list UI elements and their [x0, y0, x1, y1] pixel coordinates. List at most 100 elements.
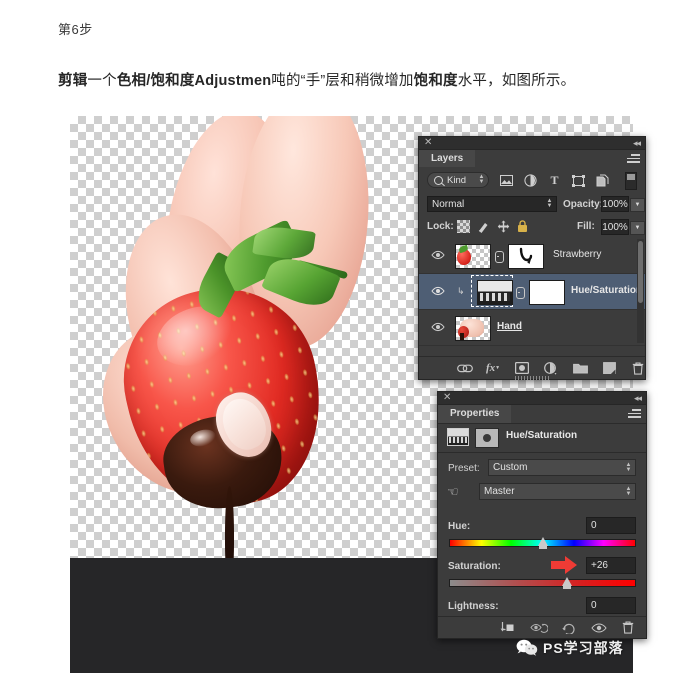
watermark: PS学习部落 — [516, 638, 624, 658]
adjustment-preset-icon[interactable] — [475, 428, 499, 448]
saturation-label: Saturation: — [448, 561, 501, 572]
opacity-value[interactable]: 100% — [601, 196, 629, 212]
eye-icon[interactable] — [431, 250, 445, 260]
chevron-updown-icon[interactable]: ▲ ▼ — [625, 462, 632, 473]
add-mask-icon[interactable] — [514, 361, 530, 375]
lock-label: Lock: — [427, 221, 454, 232]
preset-label: Preset: — [448, 463, 480, 474]
eye-icon[interactable] — [431, 286, 445, 296]
step-label: 第6步 — [58, 22, 93, 37]
desc-bold-1: 剪辑 — [58, 73, 88, 89]
table-row[interactable]: Hand — [419, 310, 645, 346]
close-icon[interactable]: ✕ — [424, 138, 432, 148]
layer-name: Strawberry — [553, 249, 602, 260]
hue-slider[interactable] — [449, 537, 636, 549]
delete-layer-icon[interactable] — [630, 361, 646, 375]
toggle-visibility-icon[interactable] — [590, 620, 607, 635]
lock-image-icon[interactable] — [477, 220, 490, 233]
panel-resize-grip[interactable] — [515, 376, 549, 380]
opacity-slider-arrow-icon[interactable]: ▼ — [630, 198, 645, 212]
desc-thin-1: 一个 — [87, 73, 117, 89]
layer-mask-thumbnail[interactable] — [508, 244, 544, 269]
collapse-icon[interactable]: ◂◂ — [633, 138, 641, 148]
fill-value[interactable]: 100% — [601, 219, 629, 235]
layer-style-fx-icon[interactable]: fx ▼ — [485, 361, 501, 375]
new-layer-icon[interactable] — [601, 361, 617, 375]
desc-thin-3: 水平，如图所示。 — [457, 73, 576, 89]
blend-mode-value: Normal — [432, 198, 465, 210]
new-adjustment-icon[interactable] — [543, 361, 559, 375]
layer-mask-thumbnail[interactable] — [529, 280, 565, 305]
table-row[interactable]: ↳ Hue/Saturation — [419, 274, 645, 310]
preset-value: Custom — [493, 462, 528, 473]
clipping-mask-arrow-icon: ↳ — [457, 286, 465, 296]
chevron-updown-icon[interactable]: ▲ ▼ — [625, 486, 632, 497]
hue-slider-handle[interactable] — [537, 537, 548, 549]
lock-position-icon[interactable] — [497, 220, 510, 233]
layers-panel[interactable]: ✕ ◂◂ Layers Kind ▲ ▼ T Normal ▲ ▼ Opacit… — [418, 136, 646, 380]
channel-dropdown[interactable]: Master ▲ ▼ — [479, 483, 636, 500]
lightness-value-field[interactable]: 0 — [586, 597, 636, 614]
properties-panel[interactable]: ✕ ◂◂ Properties Hue/Saturation Preset: C… — [437, 391, 647, 639]
link-layers-icon[interactable] — [457, 361, 473, 375]
panel-menu-icon[interactable] — [628, 409, 641, 419]
type-layer-icon[interactable]: T — [547, 173, 562, 188]
desc-bold-2: 色相/饱和度Adjustmen — [116, 73, 272, 89]
chevron-updown-icon[interactable]: ▲ ▼ — [478, 174, 485, 185]
saturation-slider-handle[interactable] — [561, 577, 572, 589]
layers-scrollbar[interactable] — [637, 239, 644, 343]
eye-icon[interactable] — [431, 322, 445, 332]
tab-properties[interactable]: Properties — [438, 405, 512, 423]
layer-thumbnail[interactable] — [455, 316, 491, 341]
lightness-label: Lightness: — [448, 601, 499, 612]
fill-slider-arrow-icon[interactable]: ▼ — [630, 221, 645, 235]
collapse-icon[interactable]: ◂◂ — [634, 393, 642, 403]
layer-thumbnail[interactable] — [455, 244, 491, 269]
hue-label: Hue: — [448, 521, 471, 532]
smart-object-icon[interactable] — [595, 173, 610, 188]
properties-bottom-toolbar — [438, 616, 646, 638]
adjustment-layer-thumbnail[interactable] — [477, 280, 513, 305]
adjustment-layer-icon[interactable] — [523, 173, 538, 188]
lock-all-icon[interactable] — [517, 220, 530, 233]
blend-mode-dropdown[interactable]: Normal ▲ ▼ — [427, 196, 557, 212]
chevron-updown-icon[interactable]: ▲ ▼ — [546, 198, 553, 209]
filter-toggle-icon[interactable] — [625, 172, 637, 190]
panel-menu-icon[interactable] — [627, 154, 640, 164]
step-description: 剪辑一个色相/饱和度Adjustmen吨的“手”层和稍微增加饱和度水平，如图所示… — [58, 69, 658, 90]
properties-header: Hue/Saturation — [438, 422, 646, 453]
layer-blend-row: Normal ▲ ▼ Opacity: 100% ▼ — [419, 193, 645, 215]
delete-adjustment-icon[interactable] — [620, 620, 636, 635]
layer-filter-row: Kind ▲ ▼ T — [419, 167, 645, 194]
properties-panel-titlebar: ✕ ◂◂ — [438, 392, 646, 405]
saturation-value-field[interactable]: +26 — [586, 557, 636, 574]
layer-name: Hand — [497, 321, 522, 332]
table-row[interactable]: Strawberry — [419, 238, 645, 274]
pixel-layer-icon[interactable] — [499, 173, 514, 188]
close-icon[interactable]: ✕ — [443, 393, 451, 403]
tab-layers[interactable]: Layers — [419, 150, 476, 168]
page-title: Hue/Saturation — [506, 430, 578, 441]
preset-row: Preset: Custom ▲ ▼ — [438, 458, 646, 480]
layer-name: Hue/Saturation — [571, 285, 643, 296]
saturation-slider[interactable] — [449, 577, 636, 589]
new-group-icon[interactable] — [572, 361, 589, 375]
layer-filter-kind-dropdown[interactable]: Kind ▲ ▼ — [427, 172, 489, 188]
layer-lock-row: Lock: Fill: 100% ▼ — [419, 215, 645, 239]
desc-bold-3: 饱和度 — [413, 73, 458, 89]
link-icon[interactable] — [516, 287, 525, 299]
shape-layer-icon[interactable] — [571, 173, 586, 188]
layer-filter-kind-label: Kind — [447, 174, 467, 186]
link-icon[interactable] — [495, 251, 504, 263]
view-previous-state-icon[interactable] — [530, 620, 548, 635]
on-image-adjust-icon[interactable]: ☜ — [447, 484, 463, 500]
hue-value-field[interactable]: 0 — [586, 517, 636, 534]
layers-panel-titlebar: ✕ ◂◂ — [419, 137, 645, 150]
clip-to-layer-icon[interactable] — [498, 620, 514, 635]
lock-transparency-icon[interactable] — [457, 220, 470, 233]
channel-row: ☜ Master ▲ ▼ — [438, 482, 646, 504]
preset-dropdown[interactable]: Custom ▲ ▼ — [488, 459, 636, 476]
desc-thin-2: 吨的“手”层和稍微增加 — [271, 73, 414, 89]
reset-icon[interactable] — [560, 620, 577, 635]
hue-saturation-icon — [447, 428, 469, 446]
